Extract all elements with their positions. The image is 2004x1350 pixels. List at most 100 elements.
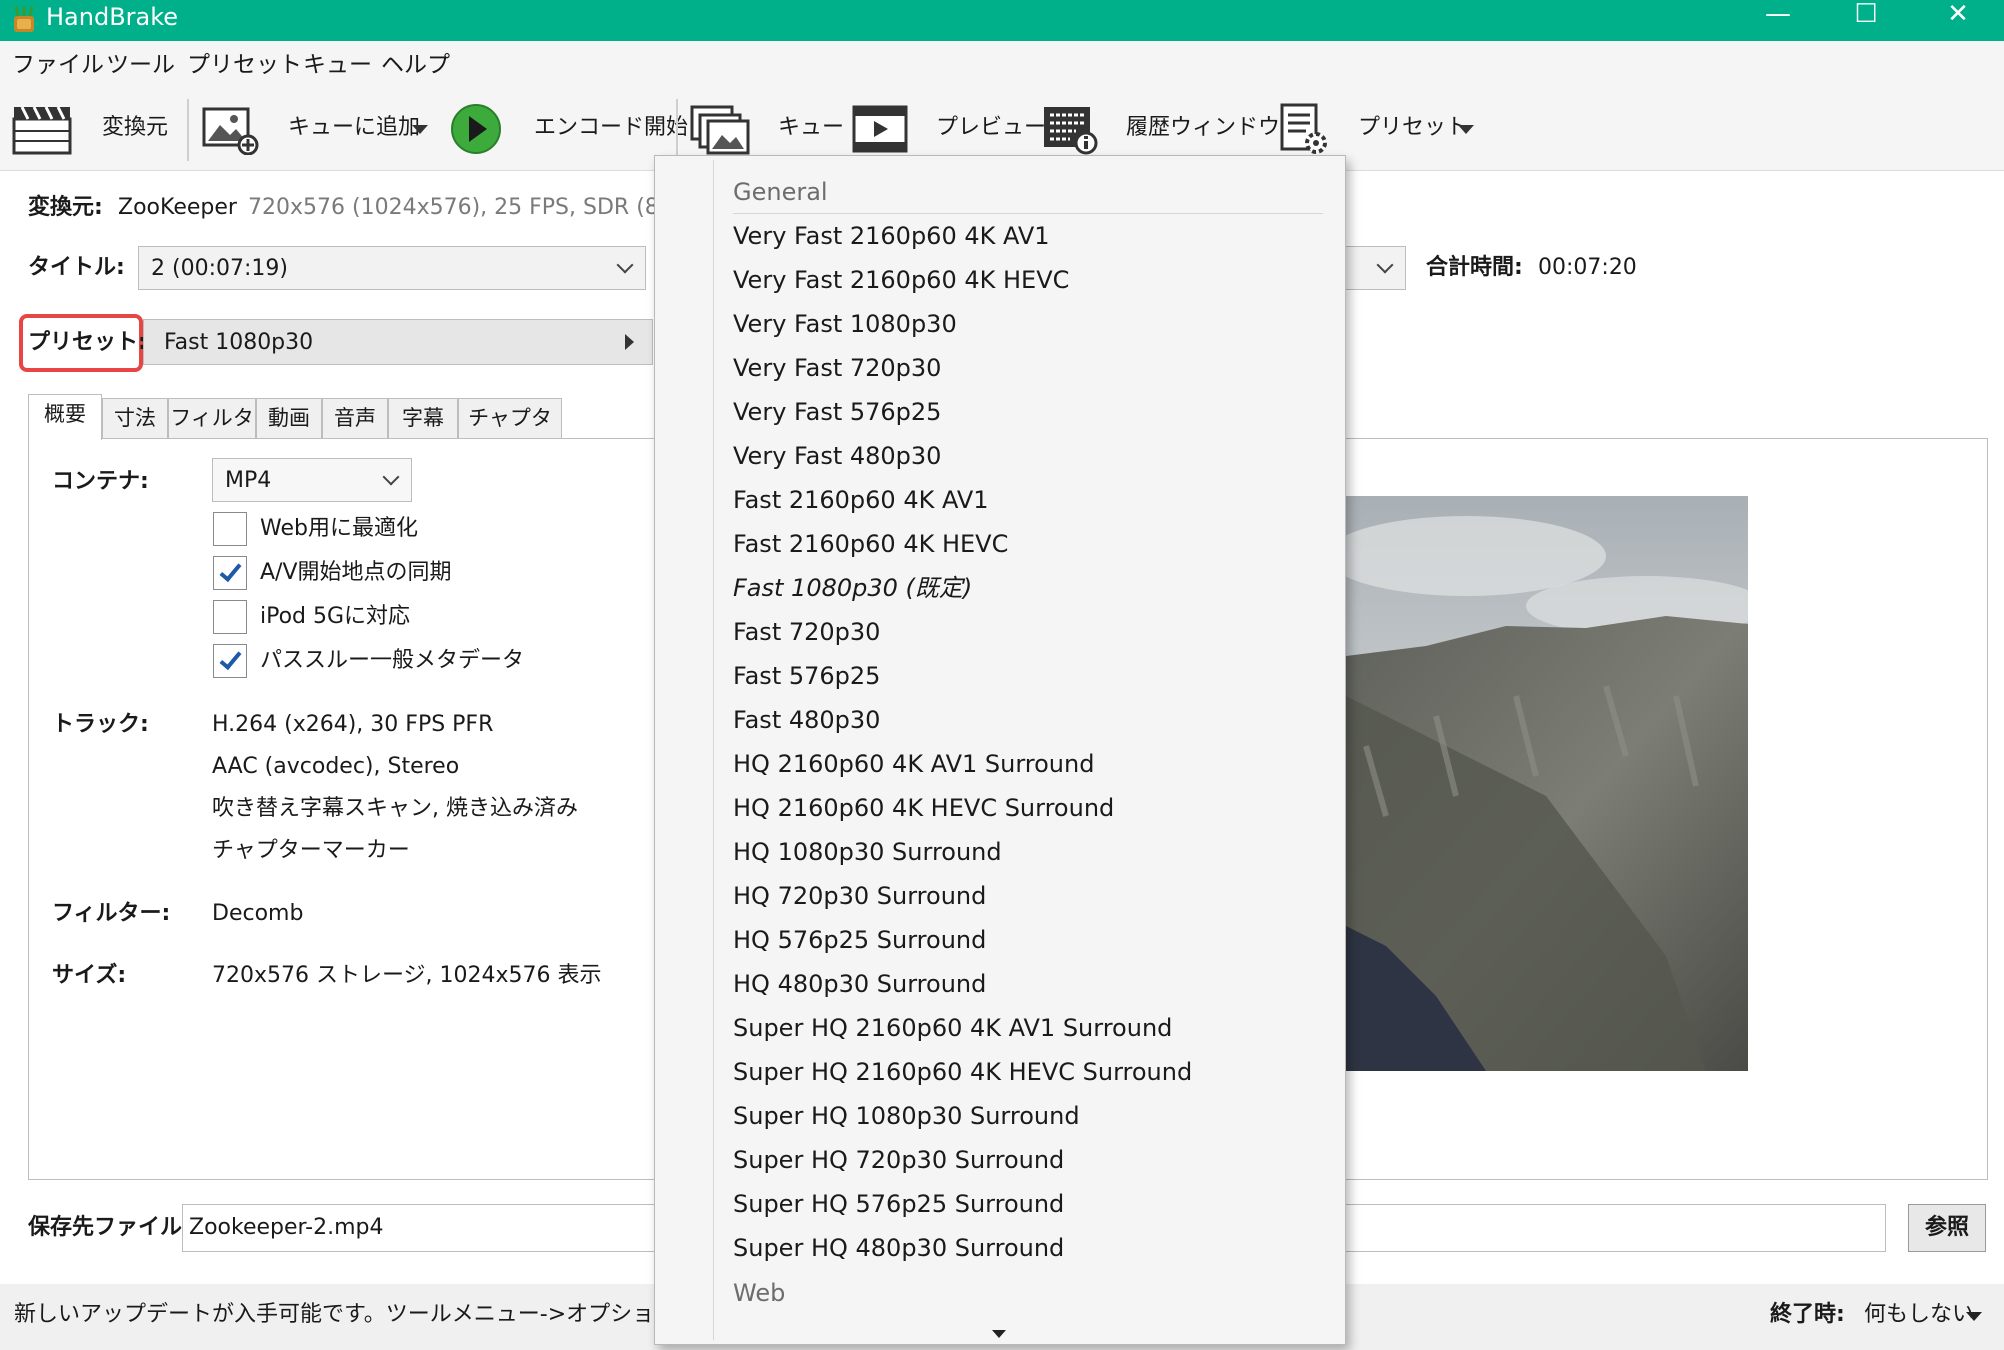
ipod-5g-checkbox[interactable] [213,600,247,634]
preset-menu-item[interactable]: HQ 1080p30 Surround [733,836,1002,868]
track-audio: AAC (avcodec), Stereo [212,754,460,779]
menu-gutter [713,160,714,1340]
menu-divider [733,213,1323,214]
tab-filters[interactable]: フィルタ [168,398,256,438]
container-select[interactable]: MP4 [212,458,412,502]
browse-button[interactable]: 参照 [1908,1204,1986,1252]
when-done-value[interactable]: 何もしない [1864,1300,1974,1330]
update-message[interactable]: 新しいアップデートが入手可能です。ツールメニュー->オプション>インス [14,1300,760,1330]
web-optimize-checkbox[interactable] [213,512,247,546]
preset-menu-item[interactable]: HQ 480p30 Surround [733,968,986,1000]
size-label: サイズ: [52,963,127,988]
filters-value: Decomb [212,901,304,926]
web-optimize-label: Web用に最適化 [260,516,418,541]
preset-menu-item[interactable]: HQ 2160p60 4K HEVC Surround [733,792,1114,824]
preset-menu-item[interactable]: Very Fast 1080p30 [733,308,957,340]
minimize-button[interactable]: — [1732,0,1824,30]
preset-selector-value: Fast 1080p30 [164,330,314,355]
tab-dimensions[interactable]: 寸法 [102,398,168,438]
size-value: 720x576 ストレージ, 1024x576 表示 [212,963,602,988]
preview-label: プレビュー [936,115,1047,140]
checkmark-icon [219,646,242,671]
preset-menu-item[interactable]: Fast 2160p60 4K HEVC [733,528,1008,560]
tab-subtitles[interactable]: 字幕 [388,398,458,438]
tab-chapters[interactable]: チャプター [458,398,562,468]
preset-menu-item[interactable]: Fast 1080p30 (既定) [733,572,972,604]
preset-menu-item[interactable]: Super HQ 720p30 Surround [733,1144,1064,1176]
preset-field-label: プリセット: [28,330,147,355]
preset-group-general: General [733,178,828,206]
tab-audio[interactable]: 音声 [322,398,388,438]
menu-bar: ファイル ツール プリセット キュー ヘルプ [0,41,2004,89]
title-select[interactable]: 2 (00:07:19) [138,246,646,290]
maximize-button[interactable]: ☐ [1820,0,1912,30]
source-info: 720x576 (1024x576), 25 FPS, SDR (8-bit 4… [248,195,724,220]
source-label: 変換元 [102,115,169,140]
av-sync-checkbox[interactable] [213,556,247,590]
preset-selector[interactable]: Fast 1080p30 [143,319,653,365]
chevron-down-icon [382,468,400,486]
queue-images-icon [690,105,750,155]
destination-value: Zookeeper-2.mp4 [189,1215,384,1240]
range-end-select[interactable] [1340,246,1406,290]
queue-label: キュー [778,115,845,140]
play-icon [451,104,501,154]
menu-help[interactable]: ヘルプ [381,49,450,81]
preset-menu-item[interactable]: Super HQ 2160p60 4K HEVC Surround [733,1056,1192,1088]
preset-menu-item[interactable]: Very Fast 2160p60 4K HEVC [733,264,1069,296]
tab-summary[interactable]: 概要 [28,394,102,440]
preset-menu-item[interactable]: Very Fast 2160p60 4K AV1 [733,220,1050,252]
when-done-dropdown-icon[interactable] [1966,1312,1982,1321]
title-field-label: タイトル: [28,255,125,280]
menu-file[interactable]: ファイル [12,49,104,81]
close-button[interactable]: ✕ [1912,0,2004,30]
add-image-icon [202,107,259,155]
filters-label: フィルター: [52,901,171,926]
tab-video[interactable]: 動画 [256,398,322,438]
preset-menu-item[interactable]: Very Fast 720p30 [733,352,941,384]
preset-menu-item[interactable]: HQ 2160p60 4K AV1 Surround [733,748,1094,780]
track-video: H.264 (x264), 30 FPS PFR [212,712,494,737]
source-name: ZooKeeper [118,195,237,220]
preset-group-web[interactable]: Web [733,1277,785,1309]
preset-menu-item[interactable]: Super HQ 576p25 Surround [733,1188,1064,1220]
preset-menu-item[interactable]: HQ 720p30 Surround [733,880,986,912]
chevron-down-icon [616,256,634,274]
checkmark-icon [219,558,242,583]
toolbar-separator [187,99,189,161]
window-title: HandBrake [46,3,179,31]
menu-queue[interactable]: キュー [303,49,372,81]
preset-menu-item[interactable]: Very Fast 576p25 [733,396,941,428]
preset-menu-item[interactable]: Super HQ 2160p60 4K AV1 Surround [733,1012,1172,1044]
track-subtitles: 吹き替え字幕スキャン, 焼き込み済み [212,796,578,821]
preset-menu-item[interactable]: Fast 2160p60 4K AV1 [733,484,989,516]
destination-label: 保存先ファイル: [28,1215,191,1240]
menu-presets[interactable]: プリセット [187,49,302,81]
presets-label: プリセット [1358,115,1469,140]
preset-menu-item[interactable]: Fast 480p30 [733,704,880,736]
ipod-5g-label: iPod 5Gに対応 [260,604,411,629]
presets-dropdown-icon[interactable] [1458,125,1474,134]
title-bar: HandBrake — ☐ ✕ [0,0,2004,41]
start-encode-label: エンコード開始 [534,115,689,140]
handbrake-logo-icon [14,6,34,32]
video-preview-image [1346,496,1748,1071]
preset-menu-item[interactable]: Very Fast 480p30 [733,440,941,472]
add-to-queue-dropdown-icon[interactable] [412,125,428,134]
chevron-down-icon [1376,256,1394,274]
menu-tools[interactable]: ツール [106,49,175,81]
preset-menu-item[interactable]: Fast 720p30 [733,616,880,648]
source-field-label: 変換元: [28,195,103,220]
preset-menu-item[interactable]: HQ 576p25 Surround [733,924,986,956]
total-duration-value: 00:07:20 [1538,255,1637,280]
preset-menu-item[interactable]: Super HQ 480p30 Surround [733,1232,1064,1264]
passthru-metadata-checkbox[interactable] [213,644,247,678]
clapperboard-icon [12,106,72,155]
preset-menu-item[interactable]: Super HQ 1080p30 Surround [733,1100,1080,1132]
scroll-down-icon[interactable] [992,1330,1006,1338]
activity-log-icon [1044,107,1098,155]
container-select-value: MP4 [225,468,272,493]
preset-menu-item[interactable]: Fast 576p25 [733,660,880,692]
track-chapters: チャプターマーカー [212,838,410,863]
title-select-value: 2 (00:07:19) [151,256,288,281]
